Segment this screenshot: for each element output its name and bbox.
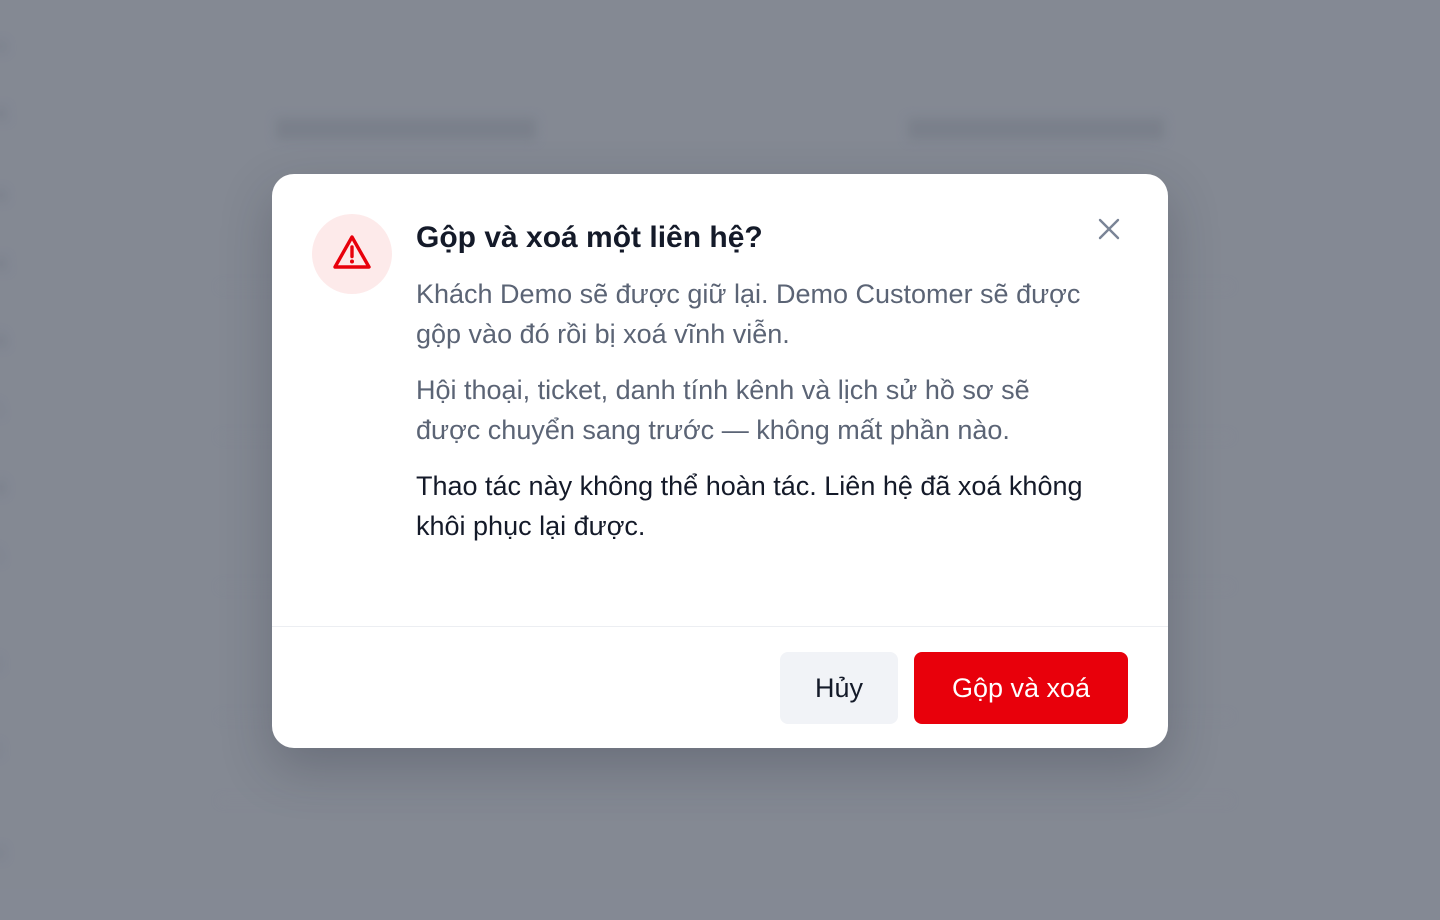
dialog-irreversible-warning: Thao tác này không thể hoàn tác. Liên hệ… (416, 471, 1083, 541)
dialog-description: Khách Demo sẽ được giữ lại. Demo Custome… (416, 279, 1081, 349)
app-screen: n K a K à \ ê \ i i c G (0, 0, 1440, 920)
merge-and-delete-button[interactable]: Gộp và xoá (914, 652, 1128, 724)
merge-delete-dialog: Gộp và xoá một liên hệ? Khách Demo sẽ đư… (272, 174, 1168, 748)
dialog-content: Gộp và xoá một liên hệ? Khách Demo sẽ đư… (416, 218, 1096, 546)
dialog-title: Gộp và xoá một liên hệ? (416, 221, 763, 254)
footer-divider (272, 626, 1168, 627)
close-icon (1097, 217, 1121, 246)
warning-triangle-icon (332, 234, 372, 275)
warning-badge (312, 214, 392, 294)
close-button[interactable] (1092, 214, 1126, 248)
cancel-button[interactable]: Hủy (780, 652, 898, 724)
dialog-details: Hội thoại, ticket, danh tính kênh và lịc… (416, 375, 1030, 445)
